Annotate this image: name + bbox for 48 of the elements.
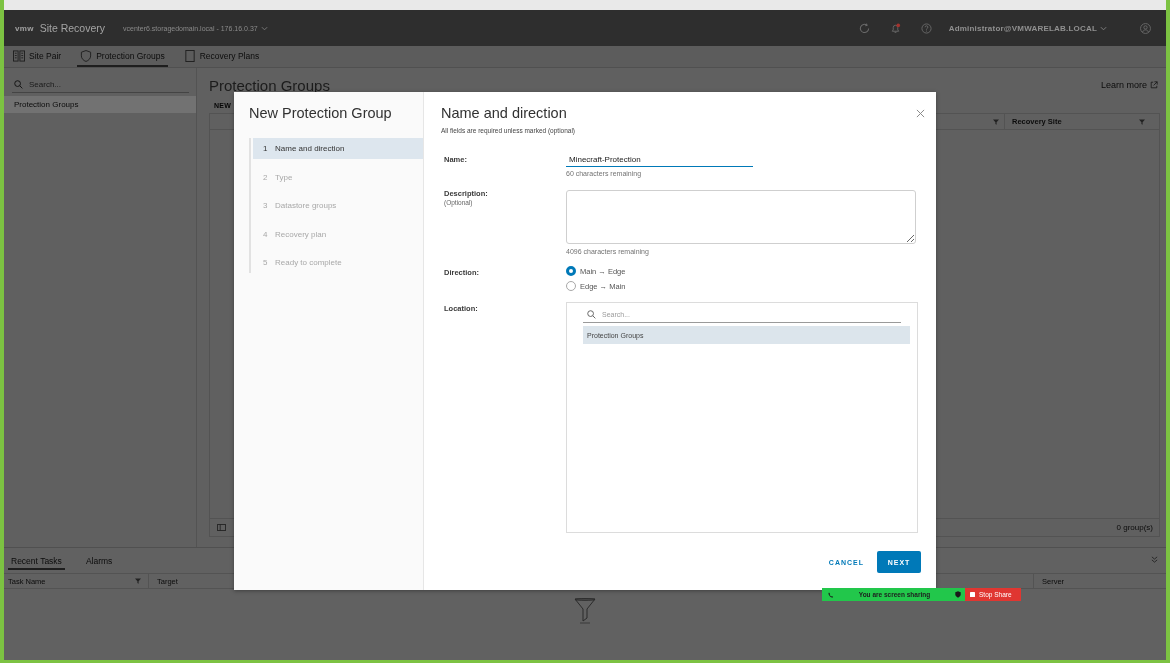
external-link-icon — [1150, 81, 1158, 89]
vmw-logo: vmw — [15, 23, 34, 33]
step-number: 5 — [263, 258, 269, 268]
step-label: Name and direction — [275, 144, 345, 153]
nav-tab[interactable]: Site Pair — [10, 46, 65, 67]
learn-more-link[interactable]: Learn more — [1100, 80, 1158, 90]
close-icon[interactable] — [916, 108, 925, 118]
description-field[interactable] — [566, 190, 916, 244]
nav-tab[interactable]: Recovery Plans — [180, 46, 263, 67]
name-input-field[interactable]: Minecraft-Protection — [566, 152, 753, 167]
user-menu[interactable]: Administrator@VMWARELAB.LOCAL — [948, 23, 1107, 33]
bell-icon[interactable] — [889, 22, 901, 34]
shield-icon — [955, 591, 961, 598]
nav-tab[interactable]: Protection Groups — [77, 46, 168, 67]
shield-icon — [80, 49, 93, 62]
empty-filter-icon — [574, 598, 596, 625]
phone-icon — [828, 591, 834, 598]
step-number: 2 — [263, 172, 269, 182]
site-pair-icon — [13, 49, 25, 62]
panel-tab[interactable]: Alarms — [82, 556, 116, 570]
step-number: 1 — [263, 144, 269, 153]
step-label: Type — [275, 172, 293, 182]
caret-icon — [260, 25, 268, 31]
help-icon[interactable] — [920, 22, 932, 34]
stop-icon — [970, 592, 975, 597]
search-icon — [14, 79, 23, 89]
user-avatar-icon[interactable] — [1140, 22, 1151, 34]
wizard-step[interactable]: 1 Name and direction — [253, 138, 423, 159]
caret-icon — [1100, 25, 1107, 31]
collapse-icon[interactable] — [1151, 555, 1158, 563]
step-title: Name and direction — [441, 105, 567, 121]
refresh-icon[interactable] — [858, 22, 870, 34]
page-title: Protection Groups — [209, 76, 330, 94]
panel-tab[interactable]: Recent Tasks — [8, 556, 65, 570]
step-label: Datastore groups — [275, 201, 337, 211]
sidebar-item[interactable]: Protection Groups — [4, 96, 196, 113]
column-toggle-icon[interactable] — [217, 524, 226, 531]
step-number: 3 — [263, 201, 269, 211]
filter-icon[interactable] — [993, 118, 999, 125]
step-label: Recovery plan — [275, 229, 327, 239]
search-icon — [587, 309, 596, 319]
step-label: Ready to complete — [275, 258, 342, 268]
dialog-title: New Protection Group — [249, 104, 393, 122]
filter-icon[interactable] — [135, 578, 141, 584]
step-number: 4 — [263, 229, 269, 239]
app-title: Site Recovery — [39, 22, 106, 34]
filter-icon[interactable] — [1139, 118, 1145, 125]
document-icon — [183, 49, 196, 62]
